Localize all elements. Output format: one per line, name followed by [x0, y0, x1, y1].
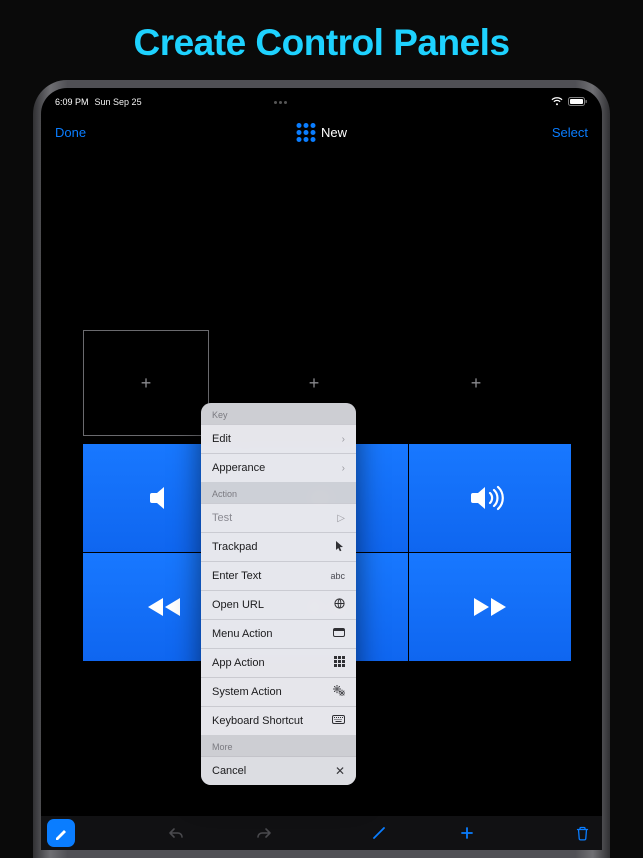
nav-title-group: New — [296, 123, 347, 142]
volume-mute-icon — [149, 485, 179, 511]
status-time: 6:09 PM — [55, 97, 89, 107]
menu-item-label: Menu Action — [212, 628, 329, 640]
menu-item-label: Trackpad — [212, 541, 329, 553]
menu-item-enter-text[interactable]: Enter Text abc — [201, 561, 356, 590]
keyboard-icon — [329, 715, 345, 727]
status-bar: 6:09 PM Sun Sep 25 — [41, 95, 602, 109]
add-button[interactable] — [453, 819, 481, 847]
menu-item-cancel[interactable]: Cancel ✕ — [201, 756, 356, 785]
context-menu: Key Edit › Apperance › Action Test ▷ Tra… — [201, 403, 356, 785]
ipad-frame: 6:09 PM Sun Sep 25 Done New Select — [33, 80, 610, 858]
menu-item-label: Enter Text — [212, 570, 330, 582]
menu-item-label: Keyboard Shortcut — [212, 715, 329, 727]
edit-tool-button[interactable] — [365, 819, 393, 847]
menu-item-system-action[interactable]: System Action — [201, 677, 356, 706]
page-title: New — [321, 125, 347, 140]
menu-item-label: Test — [212, 512, 329, 524]
draw-tool-button[interactable] — [47, 819, 75, 847]
abc-icon: abc — [330, 571, 345, 581]
done-button[interactable]: Done — [55, 125, 86, 140]
menu-item-test[interactable]: Test ▷ — [201, 503, 356, 532]
app-grid-icon — [296, 123, 315, 142]
select-button[interactable]: Select — [552, 125, 588, 140]
menu-item-keyboard-shortcut[interactable]: Keyboard Shortcut — [201, 706, 356, 735]
globe-icon — [329, 598, 345, 612]
plus-icon: + — [309, 373, 320, 394]
menu-item-label: Cancel — [212, 765, 329, 777]
screen: 6:09 PM Sun Sep 25 Done New Select — [41, 88, 602, 850]
status-date: Sun Sep 25 — [95, 97, 142, 107]
marketing-headline: Create Control Panels — [0, 0, 643, 64]
menu-section-key: Key — [201, 403, 356, 424]
fast-forward-icon — [472, 596, 508, 618]
key-fast-forward[interactable] — [409, 553, 571, 661]
empty-slot[interactable]: + — [413, 330, 539, 436]
chevron-right-icon: › — [342, 463, 345, 474]
plus-icon: + — [471, 373, 482, 394]
multitask-dots — [274, 101, 287, 104]
status-right — [551, 97, 588, 108]
app-grid-icon — [329, 656, 345, 670]
menu-item-app-action[interactable]: App Action — [201, 648, 356, 677]
menu-item-appearance[interactable]: Apperance › — [201, 453, 356, 482]
menu-item-menu-action[interactable]: Menu Action — [201, 619, 356, 648]
battery-icon — [568, 97, 588, 108]
key-volume-up[interactable] — [409, 444, 571, 552]
menu-section-more: More — [201, 735, 356, 756]
menu-item-label: System Action — [212, 686, 329, 698]
bottom-toolbar — [41, 816, 602, 850]
redo-button[interactable] — [250, 819, 278, 847]
menu-item-edit[interactable]: Edit › — [201, 424, 356, 453]
menu-item-trackpad[interactable]: Trackpad — [201, 532, 356, 561]
plus-icon: + — [141, 373, 152, 394]
menu-item-label: Apperance — [212, 462, 342, 474]
menu-item-label: Open URL — [212, 599, 329, 611]
menu-item-label: App Action — [212, 657, 329, 669]
gears-icon — [329, 685, 345, 699]
cursor-icon — [329, 540, 345, 555]
undo-button[interactable] — [162, 819, 190, 847]
rewind-icon — [146, 596, 182, 618]
trash-button[interactable] — [568, 819, 596, 847]
nav-bar: Done New Select — [41, 116, 602, 148]
menu-item-label: Edit — [212, 433, 342, 445]
wifi-icon — [551, 97, 563, 108]
chevron-right-icon: › — [342, 434, 345, 445]
play-outline-icon: ▷ — [329, 513, 345, 524]
empty-slot-selected[interactable]: + — [83, 330, 209, 436]
volume-up-icon — [470, 485, 510, 511]
menu-section-action: Action — [201, 482, 356, 503]
menu-item-open-url[interactable]: Open URL — [201, 590, 356, 619]
menubar-icon — [329, 628, 345, 640]
close-icon: ✕ — [329, 764, 345, 778]
